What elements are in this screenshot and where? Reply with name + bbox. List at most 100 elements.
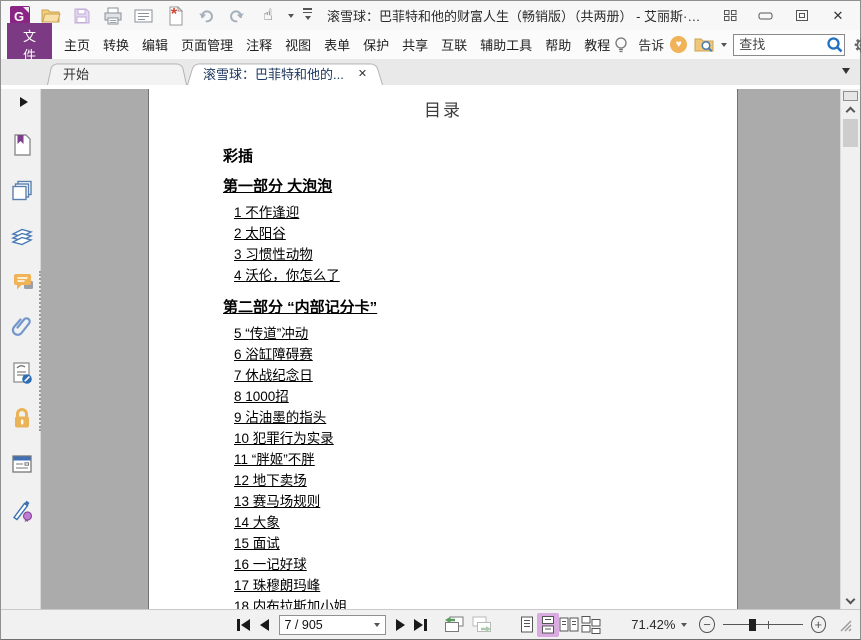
menu-item-2[interactable]: 转换	[103, 35, 129, 54]
more-tools-icon[interactable]	[303, 8, 312, 23]
toc-link[interactable]: 13 赛马场规则	[223, 491, 737, 512]
close-tab-icon[interactable]: ✕	[358, 67, 367, 80]
zoom-out-icon[interactable]: −	[699, 616, 715, 633]
toc-link[interactable]: 12 地下卖场	[223, 470, 737, 491]
zoom-level-label[interactable]: 71.42%	[631, 617, 675, 632]
toc-link[interactable]: 9 沾油墨的指头	[223, 407, 737, 428]
search-input[interactable]	[734, 37, 825, 52]
main-area: 目录 彩插第一部分 大泡泡 1 不作逢迎 2 太阳谷 3 习惯性动物 4 沃伦，你怎么了…	[1, 89, 860, 609]
toc-section-heading[interactable]: 彩插	[223, 149, 737, 165]
form-fields-icon[interactable]	[10, 452, 34, 476]
layers-icon[interactable]	[10, 225, 34, 249]
document-tab[interactable]: 滚雪球：巴菲特和他的... ✕	[187, 62, 383, 85]
toc-link[interactable]: 17 珠穆朗玛峰	[223, 575, 737, 596]
page-number-value: 7 / 905	[284, 617, 323, 632]
digital-signatures-icon[interactable]	[10, 361, 34, 385]
menu-item-1[interactable]: 主页	[64, 35, 90, 54]
toc-link[interactable]: 14 大象	[223, 512, 737, 533]
fullscreen-icon[interactable]	[722, 8, 738, 24]
toc-link[interactable]: 4 沃伦，你怎么了	[223, 265, 737, 286]
facing-view-icon[interactable]	[559, 613, 580, 637]
hand-tool-dropdown-icon[interactable]	[288, 14, 294, 21]
toc-link[interactable]: 8 1000招	[223, 386, 737, 407]
next-view-icon	[471, 616, 492, 633]
toc-link[interactable]: 3 习惯性动物	[223, 244, 737, 265]
next-page-button[interactable]	[396, 618, 406, 631]
close-icon[interactable]: ✕	[830, 8, 846, 24]
menu-item-6[interactable]: 视图	[285, 35, 311, 54]
resize-grip-icon[interactable]	[838, 618, 852, 632]
menu-item-4[interactable]: 页面管理	[181, 35, 233, 54]
toc-link[interactable]: 6 浴缸障碍赛	[223, 344, 737, 365]
search-magnifier-icon[interactable]	[824, 34, 844, 56]
zoom-slider[interactable]	[722, 617, 803, 633]
toc-section-heading[interactable]: 第二部分 “内部记分卡”	[223, 300, 737, 316]
email-icon[interactable]	[133, 5, 155, 27]
toc-link[interactable]: 1 不作逢迎	[223, 202, 737, 223]
folder-search-icon[interactable]	[693, 34, 715, 56]
scrollbar-split-button[interactable]	[843, 91, 858, 101]
toc-link[interactable]: 2 太阳谷	[223, 223, 737, 244]
document-tab[interactable]: 开始	[47, 62, 187, 85]
save-icon	[71, 5, 93, 27]
scroll-down-icon[interactable]	[845, 594, 856, 605]
folder-search-dropdown-icon[interactable]	[721, 43, 728, 50]
menu-item-8[interactable]: 保护	[363, 35, 389, 54]
menu-item-3[interactable]: 编辑	[142, 35, 168, 54]
create-pdf-icon[interactable]: *	[164, 5, 186, 27]
vertical-scrollbar[interactable]	[840, 89, 860, 609]
document-viewport[interactable]: 目录 彩插第一部分 大泡泡 1 不作逢迎 2 太阳谷 3 习惯性动物 4 沃伦，你怎么了…	[41, 89, 840, 609]
minimize-icon[interactable]	[758, 8, 774, 24]
menu-item-13[interactable]: 教程	[584, 35, 610, 54]
zoom-in-icon[interactable]: +	[810, 616, 826, 633]
tab-label: 开始	[63, 67, 90, 82]
last-page-button[interactable]	[414, 618, 427, 631]
menu-item-10[interactable]: 互联	[441, 35, 467, 54]
menu-item-11[interactable]: 辅助工具	[480, 35, 532, 54]
toc-link[interactable]: 18 内布拉斯加小姐	[223, 596, 737, 609]
comments-icon[interactable]	[10, 271, 34, 295]
bookmarks-icon[interactable]	[10, 133, 34, 157]
toc-link[interactable]: 11 “胖姬”不胖	[223, 449, 737, 470]
maximize-icon[interactable]	[794, 8, 810, 24]
scrollbar-thumb[interactable]	[843, 119, 858, 147]
toc-section-heading[interactable]: 第一部分 大泡泡	[223, 179, 737, 195]
previous-view-icon[interactable]	[444, 616, 465, 633]
zoom-dropdown-icon[interactable]	[681, 623, 688, 630]
security-icon[interactable]	[10, 406, 34, 430]
continuous-facing-view-icon[interactable]	[580, 613, 601, 637]
lightbulb-icon[interactable]	[610, 34, 632, 56]
toc-link[interactable]: 16 一记好球	[223, 554, 737, 575]
toc-link[interactable]: 5 “传道”冲动	[223, 323, 737, 344]
scroll-up-icon[interactable]	[845, 106, 856, 117]
zoom-slider-track[interactable]	[722, 623, 803, 626]
page-thumbnails-icon[interactable]	[10, 179, 34, 203]
toc-link[interactable]: 7 休战纪念日	[223, 365, 737, 386]
toc-link[interactable]: 15 面试	[223, 533, 737, 554]
tab-overflow-dropdown-icon[interactable]	[842, 68, 850, 78]
expand-panel-icon[interactable]	[20, 97, 33, 107]
continuous-view-icon[interactable]	[537, 612, 559, 637]
favorite-heart-icon[interactable]: ♥	[670, 36, 688, 53]
tell-me-label[interactable]: 告诉	[638, 35, 664, 54]
menu-item-9[interactable]: 共享	[402, 35, 428, 54]
zoom-slider-handle[interactable]	[748, 618, 756, 631]
page-number-box[interactable]: 7 / 905	[278, 614, 387, 635]
menu-item-12[interactable]: 帮助	[545, 35, 571, 54]
pdf-page[interactable]: 目录 彩插第一部分 大泡泡 1 不作逢迎 2 太阳谷 3 习惯性动物 4 沃伦，你怎么了…	[149, 89, 737, 609]
window-title: 滚雪球：巴菲特和他的财富人生（畅销版）（共两册） - 艾丽斯·施罗德.pdf (…	[327, 9, 713, 24]
page-number-dropdown-icon[interactable]	[374, 622, 381, 630]
first-page-button[interactable]	[237, 618, 250, 631]
hand-tool-icon[interactable]: ☝	[257, 5, 279, 27]
sign-icon[interactable]	[10, 498, 34, 522]
attachments-icon[interactable]	[10, 315, 34, 339]
document-heading: 目录	[424, 101, 462, 121]
settings-gear-icon[interactable]	[851, 34, 861, 56]
menu-item-5[interactable]: 注释	[246, 35, 272, 54]
print-icon[interactable]	[102, 5, 124, 27]
single-page-view-icon[interactable]	[516, 613, 537, 637]
toc-link[interactable]: 10 犯罪行为实录	[223, 428, 737, 449]
menu-items: 主页 转换 编辑 页面管理 注释 视图 表单 保护 共享 互联 辅助工具 帮助 教程	[64, 35, 610, 54]
menu-item-7[interactable]: 表单	[324, 35, 350, 54]
prev-page-button[interactable]	[259, 618, 269, 631]
